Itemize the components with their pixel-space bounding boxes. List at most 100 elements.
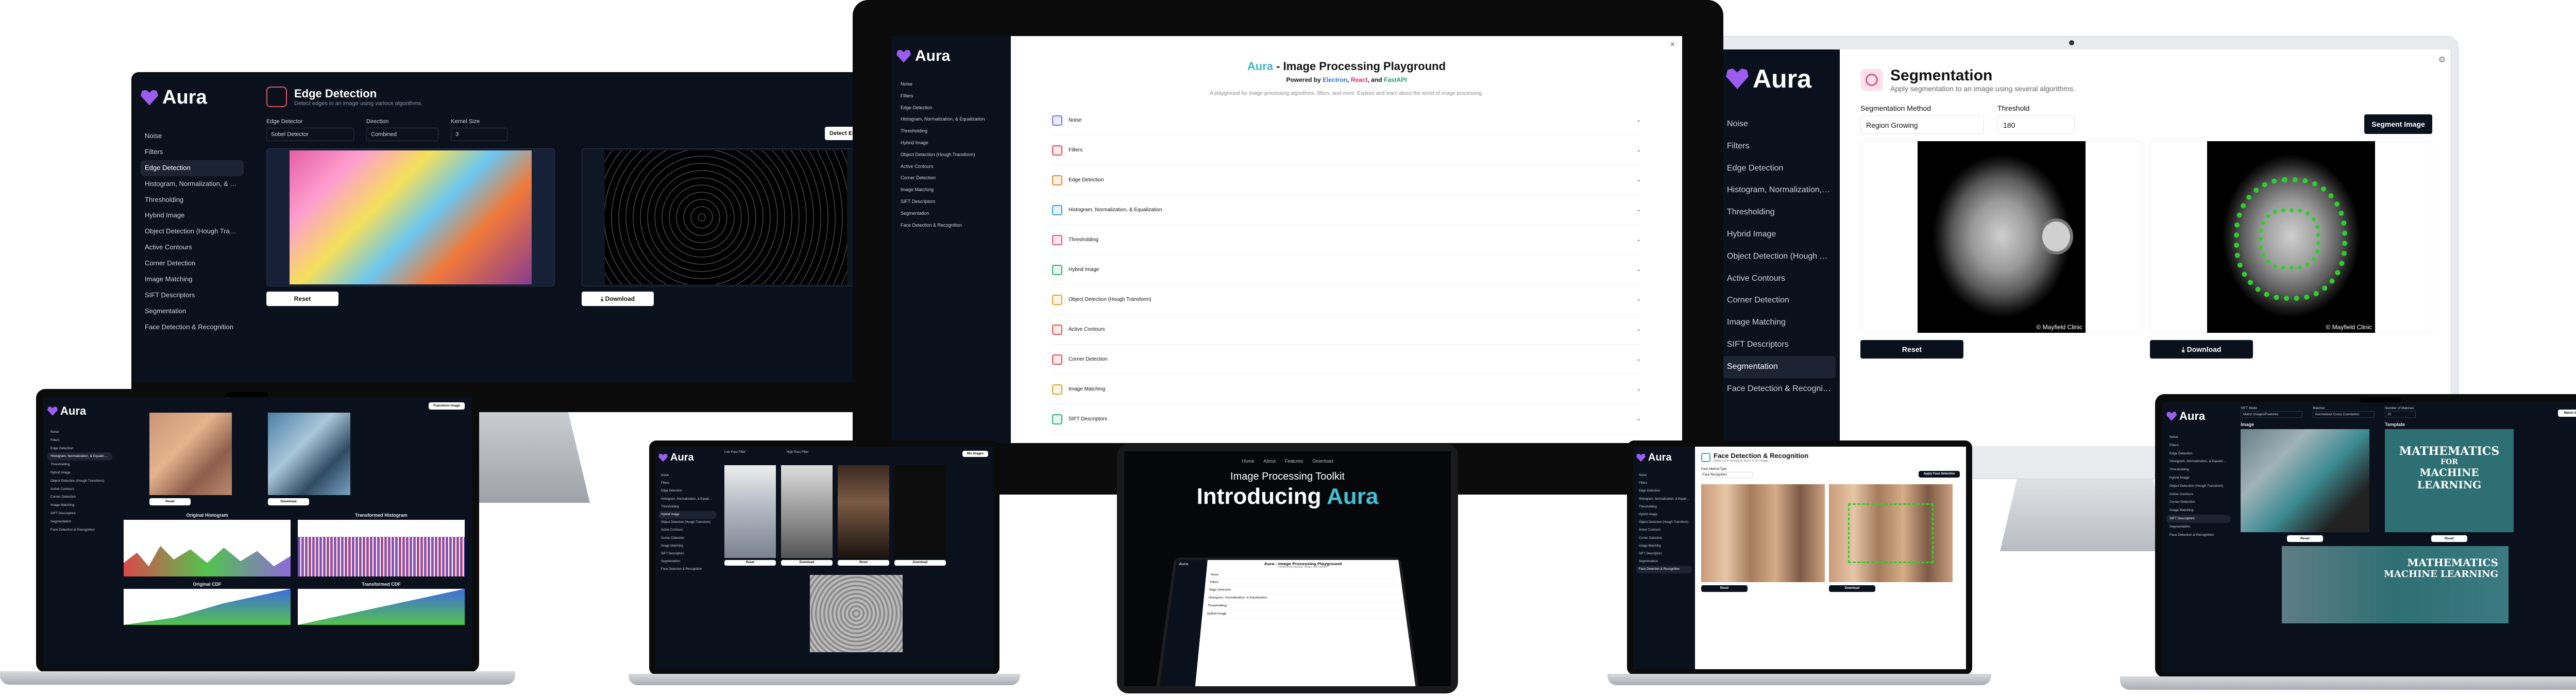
sidebar-item[interactable]: Hybrid Image [658, 511, 716, 519]
sidebar-item[interactable]: Object Detection (Hough Transform) [1723, 246, 1836, 268]
sidebar-item[interactable]: Thresholding [1636, 503, 1692, 511]
sidebar-item[interactable]: Active Contours [2166, 490, 2230, 499]
sidebar-item[interactable]: Face Detection & Recognition [1723, 378, 1836, 400]
sidebar-item[interactable]: Face Detection & Recognition [2166, 531, 2230, 539]
sidebar-item[interactable]: Edge Detection [1636, 487, 1692, 495]
sidebar-item[interactable]: Histogram, Normalization, & Equalization [2166, 457, 2230, 466]
accordion-item[interactable]: Filters [1209, 579, 1398, 587]
sidebar-item[interactable]: Thresholding [896, 125, 1006, 137]
sidebar-item[interactable]: Active Contours [658, 527, 716, 534]
sidebar-item[interactable]: Object Detection (Hough Transform) [1636, 519, 1692, 527]
sidebar-item[interactable]: Corner Detection [1636, 535, 1692, 542]
reset-button[interactable]: Reset [149, 498, 191, 505]
sidebar-item[interactable]: Active Contours [141, 240, 244, 256]
sidebar-item[interactable]: Hybrid Image [2166, 474, 2230, 482]
sidebar-item[interactable]: SIFT Descriptors [141, 287, 244, 303]
sidebar-item[interactable]: Image Matching [896, 184, 1006, 196]
accordion-item[interactable]: Hybrid Image ⌄ [1052, 255, 1641, 285]
sidebar-item[interactable]: Filters [47, 436, 112, 445]
sidebar-item[interactable]: Segmentation [658, 558, 716, 566]
mode-select[interactable]: Face Recognition [1701, 472, 1753, 478]
download-button[interactable]: ⤓ Download [582, 292, 654, 306]
top-nav-item[interactable]: About [1263, 459, 1276, 464]
sidebar-item[interactable]: SIFT Descriptors [47, 510, 112, 518]
sidebar-item[interactable]: Face Detection & Recognition [47, 526, 112, 534]
sidebar-item[interactable]: Corner Detection [896, 172, 1006, 184]
sidebar-item[interactable]: Image Matching [141, 271, 244, 287]
sidebar-item[interactable]: Segmentation [1723, 355, 1836, 378]
sidebar-item[interactable]: Hybrid Image [141, 208, 244, 224]
sidebar-item[interactable]: Hybrid Image [1723, 224, 1836, 246]
segment-image-button[interactable]: Segment Image [2364, 114, 2432, 134]
sidebar-item[interactable]: Active Contours [1636, 527, 1692, 534]
match-images-button[interactable]: Match Images [2558, 410, 2576, 417]
sidebar-item[interactable]: Edge Detection [2166, 450, 2230, 458]
sidebar-item[interactable]: Edge Detection [896, 102, 1006, 114]
sidebar-item[interactable]: Thresholding [2166, 466, 2230, 474]
sidebar-item[interactable]: Thresholding [47, 461, 112, 469]
sidebar-item[interactable]: Filters [1636, 480, 1692, 487]
kernel-input[interactable]: 3 [451, 128, 507, 141]
detector-select[interactable]: Sobel Detector [266, 128, 354, 141]
sidebar-item[interactable]: Filters [141, 144, 244, 160]
download-button[interactable]: Reset [2431, 535, 2467, 542]
sidebar-item[interactable]: Segmentation [1636, 558, 1692, 566]
sidebar-item[interactable]: Object Detection (Hough Transform) [141, 224, 244, 240]
accordion-item[interactable]: Active Contours ⌄ [1052, 315, 1641, 345]
sidebar-item[interactable]: SIFT Descriptors [658, 550, 716, 558]
accordion-item[interactable]: Histogram, Normalization, & Equalization… [1052, 195, 1641, 225]
sidebar-item[interactable]: Edge Detection [1723, 158, 1836, 180]
sidebar-item[interactable]: Noise [141, 128, 244, 144]
sidebar-item[interactable]: Object Detection (Hough Transform) [2166, 482, 2230, 490]
top-nav-item[interactable]: Features [1285, 459, 1303, 464]
sidebar-item[interactable]: Corner Detection [47, 493, 112, 501]
sidebar-item[interactable]: Filters [2166, 442, 2230, 450]
sidebar-item[interactable]: Noise [896, 78, 1006, 90]
sidebar-item[interactable]: Thresholding [658, 503, 716, 511]
sidebar-item[interactable]: Segmentation [47, 518, 112, 526]
sidebar-item[interactable]: Histogram, Normalization, & Equalization [1636, 496, 1692, 503]
mode-select[interactable]: Match Images/Features [2241, 411, 2302, 418]
close-icon[interactable]: × [1670, 40, 1675, 49]
threshold-input[interactable]: 180 [1997, 115, 2075, 134]
transform-image-button[interactable]: Transform Image [429, 402, 465, 410]
sidebar-item[interactable]: Segmentation [141, 303, 244, 319]
apply-face-detection-button[interactable]: Apply Face Detection [1919, 471, 1960, 478]
reset-button[interactable]: Reset [266, 292, 338, 306]
sidebar-item[interactable]: Noise [47, 428, 112, 436]
top-nav-item[interactable]: Home [1242, 459, 1254, 464]
method-select[interactable]: Region Growing [1860, 115, 1984, 134]
accordion-item[interactable]: Thresholding ⌄ [1052, 225, 1641, 255]
sidebar-item[interactable]: Image Matching [658, 542, 716, 550]
sidebar-item[interactable]: SIFT Descriptors [2166, 514, 2230, 523]
sidebar-item[interactable]: Face Detection & Recognition [141, 319, 244, 335]
sidebar-item[interactable]: Edge Detection [47, 445, 112, 453]
sidebar-item[interactable]: Filters [658, 480, 716, 487]
sidebar-item[interactable]: Noise [2166, 433, 2230, 442]
top-nav-item[interactable]: Download [1313, 459, 1333, 464]
accordion-item[interactable]: Thresholding [1207, 602, 1401, 610]
download-button[interactable]: Download [894, 560, 946, 566]
reset-button[interactable]: Reset [1860, 340, 1963, 359]
sidebar-item[interactable]: Hybrid Image [896, 137, 1006, 149]
sidebar-item[interactable]: Edge Detection [658, 487, 716, 495]
sidebar-item[interactable]: Corner Detection [658, 535, 716, 542]
sidebar-item[interactable]: SIFT Descriptors [1636, 550, 1692, 558]
sidebar-item[interactable]: Histogram, Normalization, & Equalization [896, 113, 1006, 125]
sidebar-item[interactable]: Thresholding [1723, 201, 1836, 224]
sidebar-item[interactable]: Object Detection (Hough Transform) [658, 519, 716, 527]
sidebar-item[interactable]: Segmentation [2166, 523, 2230, 531]
sidebar-item[interactable]: Hybrid Image [47, 469, 112, 477]
sidebar-item[interactable]: Image Matching [2166, 506, 2230, 515]
download-button[interactable]: Download [781, 560, 833, 566]
accordion-item[interactable]: Edge Detection [1209, 586, 1399, 595]
matches-input[interactable]: 10 [2385, 411, 2416, 418]
accordion-item[interactable]: Hybrid Image [1206, 610, 1402, 618]
accordion-item[interactable]: Object Detection (Hough Transform) ⌄ [1052, 285, 1641, 315]
sidebar-item[interactable]: Face Detection & Recognition [896, 219, 1006, 231]
accordion-item[interactable]: Noise [1210, 571, 1397, 579]
matcher-select[interactable]: Normalized Cross Correlation [2313, 411, 2375, 418]
sidebar-item[interactable]: Segmentation [896, 208, 1006, 219]
accordion-item[interactable]: SIFT Descriptors ⌄ [1052, 404, 1641, 434]
sidebar-item[interactable]: Histogram, Normalization, & Equalization [658, 496, 716, 503]
